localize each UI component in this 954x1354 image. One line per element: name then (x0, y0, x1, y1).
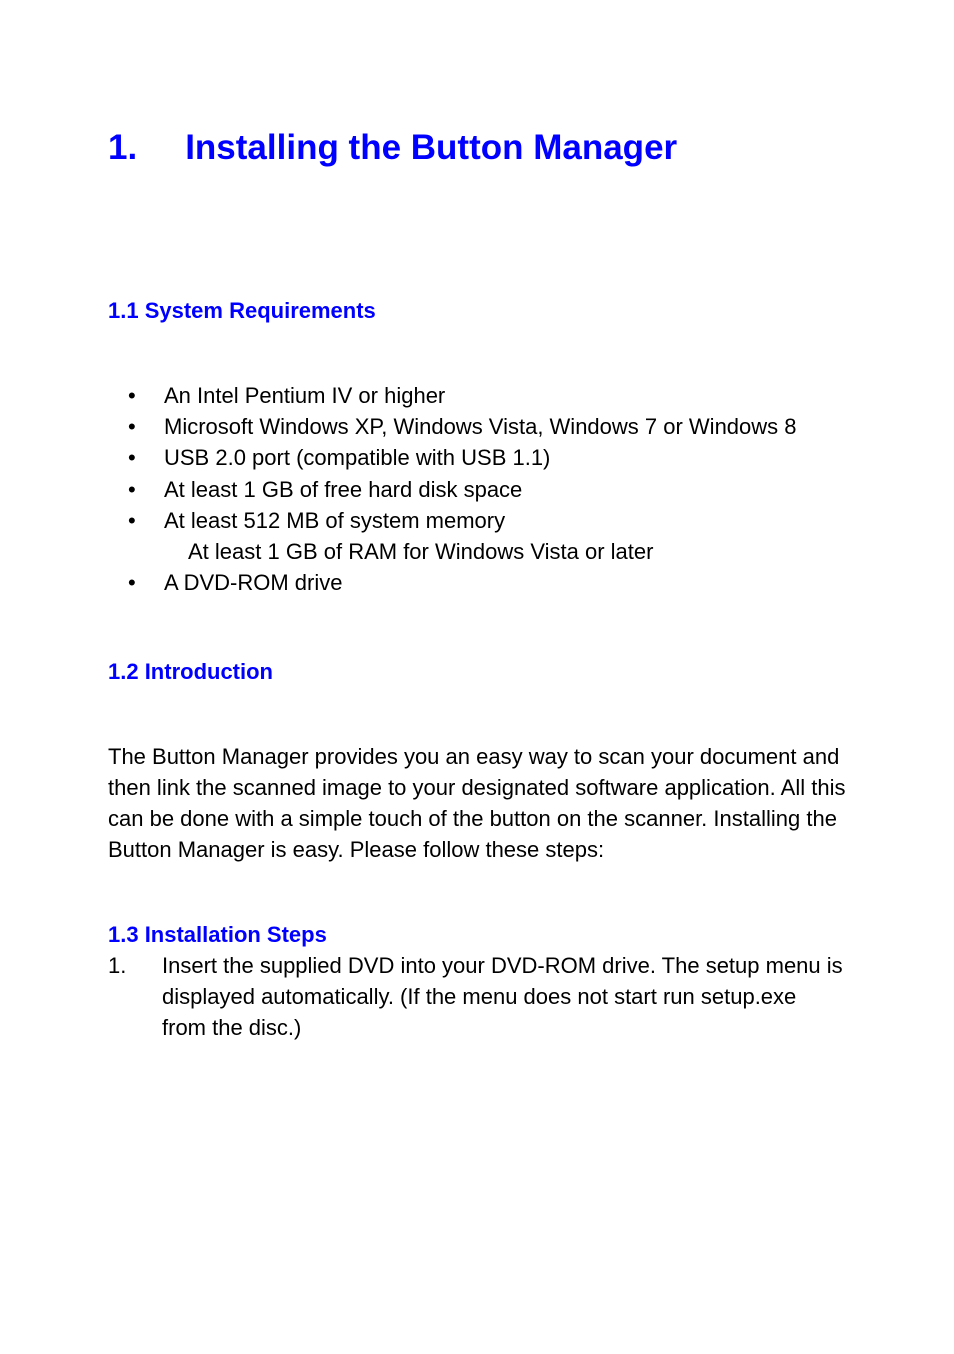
section-heading-requirements: 1.1 System Requirements (108, 298, 846, 324)
step-text: Insert the supplied DVD into your DVD-RO… (162, 950, 846, 1044)
chapter-number: 1. (108, 128, 137, 168)
section-heading-introduction: 1.2 Introduction (108, 659, 846, 685)
chapter-title: Installing the Button Manager (185, 128, 677, 168)
list-item: At least 512 MB of system memory At leas… (128, 505, 846, 567)
chapter-heading: 1. Installing the Button Manager (108, 128, 846, 168)
list-item: Microsoft Windows XP, Windows Vista, Win… (128, 411, 846, 442)
section-heading-installation: 1.3 Installation Steps (108, 922, 846, 948)
step-number: 1. (108, 950, 162, 1044)
list-item: A DVD-ROM drive (128, 567, 846, 598)
list-item: USB 2.0 port (compatible with USB 1.1) (128, 442, 846, 473)
list-item: At least 1 GB of free hard disk space (128, 474, 846, 505)
list-item: 1. Insert the supplied DVD into your DVD… (108, 950, 846, 1044)
list-item-text: At least 512 MB of system memory (164, 508, 505, 533)
installation-steps-list: 1. Insert the supplied DVD into your DVD… (108, 950, 846, 1044)
list-item: An Intel Pentium IV or higher (128, 380, 846, 411)
requirements-list: An Intel Pentium IV or higher Microsoft … (108, 380, 846, 599)
list-sub-note: At least 1 GB of RAM for Windows Vista o… (164, 536, 846, 567)
introduction-paragraph: The Button Manager provides you an easy … (108, 741, 846, 866)
